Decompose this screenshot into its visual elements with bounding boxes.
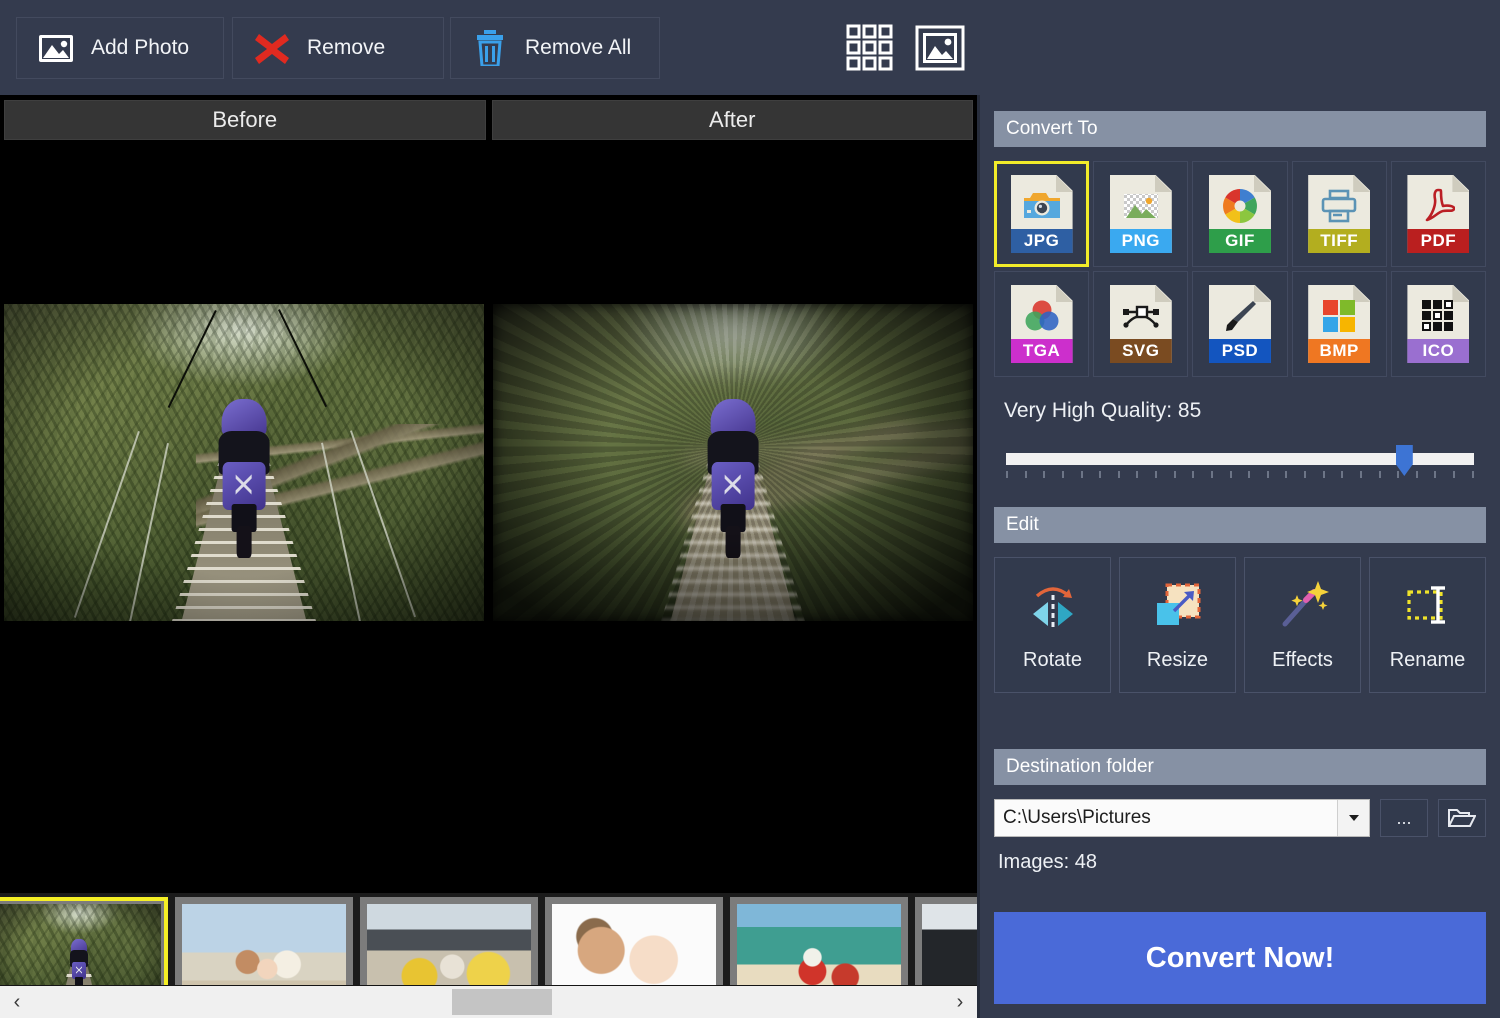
convert-to-header: Convert To	[994, 111, 1486, 147]
filmstrip-scrollbar[interactable]: ‹ ›	[0, 985, 977, 1018]
rgb-circles-icon	[1011, 297, 1073, 335]
single-view-button[interactable]	[912, 20, 968, 76]
destination-path-input[interactable]: C:\Users\Pictures	[994, 799, 1370, 837]
format-grid: JPG PNG	[994, 161, 1486, 377]
format-label: PSD	[1209, 339, 1271, 363]
scrollbar-thumb[interactable]	[452, 989, 552, 1015]
scrollbar-trough[interactable]	[34, 986, 943, 1018]
format-label: BMP	[1308, 339, 1370, 363]
single-view-icon	[915, 25, 965, 71]
format-tile-gif[interactable]: GIF	[1192, 161, 1287, 267]
rename-label: Rename	[1390, 649, 1466, 672]
transparent-image-icon	[1110, 187, 1172, 225]
quality-label: Very High Quality: 85	[1004, 399, 1486, 423]
format-label: GIF	[1209, 229, 1271, 253]
remove-label: Remove	[307, 36, 385, 60]
format-label: ICO	[1407, 339, 1469, 363]
after-photo	[493, 304, 973, 621]
grid-view-button[interactable]	[842, 20, 898, 76]
format-label: JPG	[1011, 229, 1073, 253]
scroll-right-button[interactable]: ›	[943, 986, 977, 1018]
images-count: Images: 48	[998, 851, 1486, 874]
rename-icon	[1400, 579, 1456, 637]
preview-before	[0, 300, 488, 625]
format-tile-psd[interactable]: PSD	[1192, 271, 1287, 377]
rotate-label: Rotate	[1023, 649, 1082, 672]
settings-panel: Convert To JPG	[977, 95, 1500, 1018]
tab-before-label: Before	[212, 107, 277, 133]
remove-all-label: Remove All	[525, 36, 631, 60]
format-label: PDF	[1407, 229, 1469, 253]
format-label: PNG	[1110, 229, 1172, 253]
add-photo-label: Add Photo	[91, 36, 189, 60]
format-tile-jpg[interactable]: JPG	[994, 161, 1089, 267]
rotate-button[interactable]: Rotate	[994, 557, 1111, 693]
windows-logo-icon	[1308, 297, 1370, 335]
trash-icon	[471, 29, 509, 67]
quality-slider[interactable]	[1006, 445, 1474, 485]
format-tile-bmp[interactable]: BMP	[1292, 271, 1387, 377]
format-tile-png[interactable]: PNG	[1093, 161, 1188, 267]
destination-header: Destination folder	[994, 749, 1486, 785]
rotate-icon	[1025, 579, 1081, 637]
paintbrush-icon	[1209, 297, 1271, 335]
format-tile-tiff[interactable]: TIFF	[1292, 161, 1387, 267]
open-folder-button[interactable]	[1438, 799, 1486, 837]
pixel-grid-icon	[1407, 297, 1469, 335]
convert-now-label: Convert Now!	[1146, 942, 1335, 975]
bezier-path-icon	[1110, 297, 1172, 335]
magic-wand-icon	[1275, 579, 1331, 637]
printer-icon	[1308, 187, 1370, 225]
grid-view-icon	[846, 24, 894, 72]
resize-icon	[1150, 579, 1206, 637]
format-label: SVG	[1110, 339, 1172, 363]
add-photo-button[interactable]: Add Photo	[16, 17, 224, 79]
tab-after[interactable]: After	[492, 100, 974, 140]
x-cross-icon	[253, 29, 291, 67]
effects-button[interactable]: Effects	[1244, 557, 1361, 693]
format-tile-tga[interactable]: TGA	[994, 271, 1089, 377]
image-icon	[37, 29, 75, 67]
remove-all-button[interactable]: Remove All	[450, 17, 660, 79]
preview-tabs: Before After	[0, 100, 977, 140]
format-label: TIFF	[1308, 229, 1370, 253]
camera-icon	[1011, 187, 1073, 225]
color-wheel-icon	[1209, 187, 1271, 225]
tab-before[interactable]: Before	[4, 100, 486, 140]
resize-button[interactable]: Resize	[1119, 557, 1236, 693]
top-toolbar: Add Photo Remove Remove All	[0, 0, 1500, 95]
edit-header: Edit	[994, 507, 1486, 543]
slider-ticks	[1006, 471, 1474, 479]
browse-button[interactable]: ...	[1380, 799, 1428, 837]
app-window: Add Photo Remove Remove All	[0, 0, 1500, 1018]
folder-open-icon	[1448, 807, 1476, 829]
preview-stage: Before After	[0, 95, 977, 985]
acrobat-icon	[1407, 187, 1469, 225]
destination-title: Destination folder	[1006, 756, 1154, 778]
destination-row: C:\Users\Pictures ...	[994, 799, 1486, 837]
scroll-left-button[interactable]: ‹	[0, 986, 34, 1018]
edit-title: Edit	[1006, 514, 1039, 536]
convert-now-button[interactable]: Convert Now!	[994, 912, 1486, 1004]
remove-button[interactable]: Remove	[232, 17, 444, 79]
effects-label: Effects	[1272, 649, 1333, 672]
preview-images	[0, 300, 977, 625]
tab-after-label: After	[709, 107, 755, 133]
before-photo	[4, 304, 484, 621]
resize-label: Resize	[1147, 649, 1208, 672]
preview-after	[489, 300, 977, 625]
chevron-down-icon[interactable]	[1337, 800, 1369, 836]
format-label: TGA	[1011, 339, 1073, 363]
convert-to-title: Convert To	[1006, 118, 1098, 140]
edit-grid: Rotate Resize	[994, 557, 1486, 693]
rename-button[interactable]: Rename	[1369, 557, 1486, 693]
format-tile-pdf[interactable]: PDF	[1391, 161, 1486, 267]
format-tile-ico[interactable]: ICO	[1391, 271, 1486, 377]
destination-path-value: C:\Users\Pictures	[1003, 807, 1151, 829]
format-tile-svg[interactable]: SVG	[1093, 271, 1188, 377]
